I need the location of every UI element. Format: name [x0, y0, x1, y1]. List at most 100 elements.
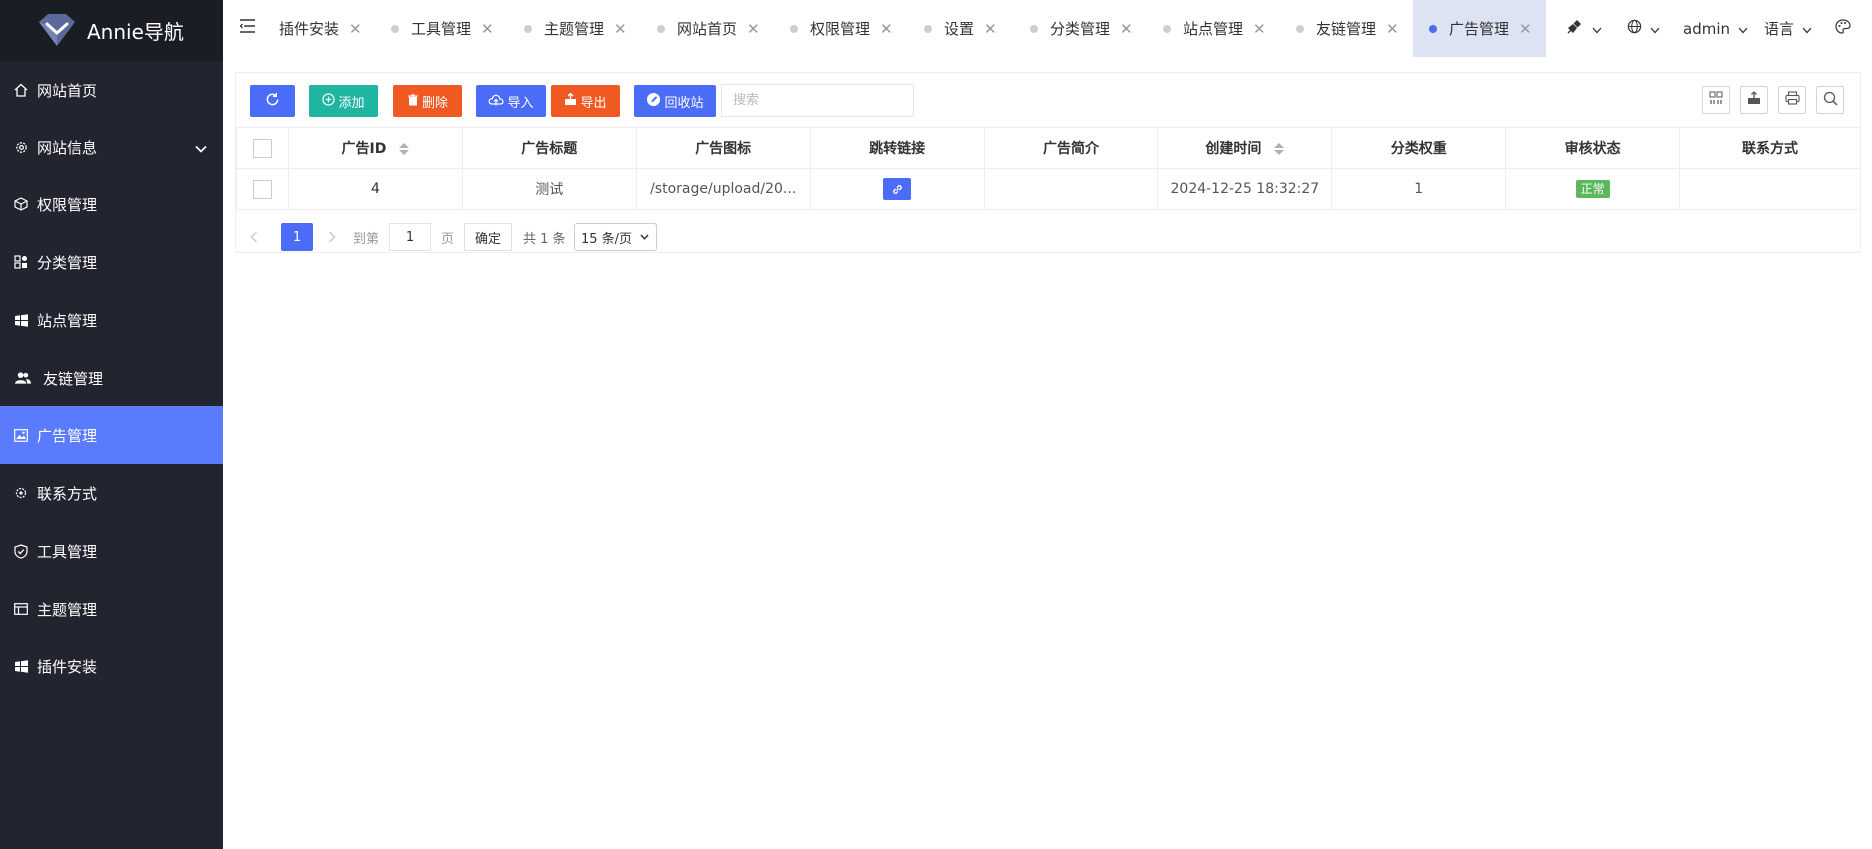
export-table-button[interactable] — [1740, 86, 1768, 114]
import-button[interactable]: 导入 — [476, 85, 546, 117]
close-icon[interactable]: ✕ — [984, 20, 997, 38]
page-1-button[interactable]: 1 — [281, 223, 313, 251]
tab-label: 友链管理 — [1316, 20, 1377, 38]
tab-friend-links[interactable]: 友链管理 ✕ — [1296, 0, 1399, 57]
close-icon[interactable]: ✕ — [1120, 20, 1133, 38]
sidebar-item-contact[interactable]: 联系方式 — [0, 464, 223, 522]
select-all-cell — [236, 127, 289, 169]
tab-themes[interactable]: 主题管理 ✕ — [524, 0, 627, 57]
sidebar-item-label: 广告管理 — [37, 426, 98, 445]
close-icon[interactable]: ✕ — [614, 20, 627, 38]
close-icon[interactable]: ✕ — [1253, 20, 1266, 38]
delete-label: 删除 — [421, 95, 448, 111]
close-icon[interactable]: ✕ — [747, 20, 760, 38]
page-size-value: 15 条/页 — [581, 231, 633, 247]
close-icon[interactable]: ✕ — [1386, 20, 1399, 38]
site-dropdown[interactable] — [1627, 0, 1660, 57]
sidebar-item-label: 站点管理 — [37, 311, 98, 330]
prev-page-button[interactable] — [250, 223, 258, 251]
sidebar-item-tools[interactable]: 工具管理 — [0, 522, 223, 580]
column-header-link: 跳转链接 — [809, 127, 985, 169]
cell-status: 正常 — [1505, 168, 1681, 210]
language-dropdown[interactable]: 语言 — [1764, 0, 1812, 57]
delete-button[interactable]: 删除 — [393, 85, 462, 117]
column-header-created[interactable]: 创建时间 — [1157, 127, 1333, 169]
sidebar-item-friend-links[interactable]: 友链管理 — [0, 349, 223, 407]
search-toggle-button[interactable] — [1816, 86, 1844, 114]
search-input[interactable]: 搜索 — [721, 84, 914, 117]
close-icon[interactable]: ✕ — [481, 20, 494, 38]
add-button[interactable]: 添加 — [309, 85, 378, 117]
logo-icon — [39, 13, 75, 46]
export-button[interactable]: 导出 — [551, 85, 620, 117]
cell-created: 2024-12-25 18:32:27 — [1157, 168, 1333, 210]
tab-label: 设置 — [944, 20, 975, 38]
tab-dot — [1429, 24, 1437, 33]
column-header-id[interactable]: 广告ID — [287, 127, 463, 169]
sidebar-item-label: 工具管理 — [37, 542, 98, 561]
goto-label: 到第 — [353, 231, 380, 247]
tab-sites[interactable]: 站点管理 ✕ — [1163, 0, 1266, 57]
sort-icon[interactable] — [399, 143, 410, 155]
columns-toggle-button[interactable] — [1702, 86, 1730, 114]
sort-icon[interactable] — [1274, 143, 1285, 155]
tab-permissions[interactable]: 权限管理 ✕ — [790, 0, 893, 57]
tab-categories[interactable]: 分类管理 ✕ — [1030, 0, 1133, 57]
tab-settings[interactable]: 设置 ✕ — [924, 0, 997, 57]
refresh-icon — [265, 92, 280, 111]
sidebar-item-site-info[interactable]: 网站信息 — [0, 118, 223, 176]
tab-label: 站点管理 — [1183, 20, 1244, 38]
cell-icon-path: /storage/upload/20... — [635, 168, 811, 210]
select-all-checkbox[interactable] — [252, 138, 272, 158]
sidebar-item-permissions[interactable]: 权限管理 — [0, 175, 223, 233]
trash-icon — [407, 93, 419, 109]
sidebar-item-plugins[interactable]: 插件安装 — [0, 637, 223, 695]
print-button[interactable] — [1778, 86, 1806, 114]
tab-bar: 插件安装 ✕ 工具管理 ✕ 主题管理 ✕ 网站首页 ✕ 权限管理 ✕ 设置 ✕ — [223, 0, 1872, 57]
chevron-down-icon — [195, 139, 207, 157]
image-icon — [13, 427, 29, 443]
row-checkbox[interactable] — [252, 179, 272, 199]
tab-dot — [524, 24, 532, 33]
next-page-button[interactable] — [328, 223, 336, 251]
sidebar-item-label: 分类管理 — [37, 253, 98, 272]
cell-id: 4 — [287, 168, 463, 210]
logo[interactable]: Annie导航 — [0, 0, 223, 61]
theme-button[interactable] — [1835, 0, 1851, 57]
cell-weight: 1 — [1331, 168, 1507, 210]
close-icon[interactable]: ✕ — [880, 20, 893, 38]
sidebar-item-sites[interactable]: 站点管理 — [0, 291, 223, 349]
tab-plugins[interactable]: 插件安装 ✕ — [279, 0, 362, 57]
sidebar-item-themes[interactable]: 主题管理 — [0, 580, 223, 638]
tab-label: 广告管理 — [1449, 20, 1510, 38]
page-size-select[interactable]: 15 条/页 — [574, 223, 657, 251]
close-icon[interactable]: ✕ — [1519, 20, 1532, 38]
open-link-button[interactable] — [883, 178, 912, 200]
table-toolbar: 添加 删除 导入 导出 回收站 搜索 — [236, 73, 1860, 127]
close-icon[interactable]: ✕ — [349, 20, 362, 38]
chevron-down-icon — [1592, 20, 1602, 38]
tab-ads[interactable]: 广告管理 ✕ — [1413, 0, 1546, 57]
goto-page-input[interactable]: 1 — [389, 223, 431, 251]
sidebar-item-ads[interactable]: 广告管理 — [0, 406, 223, 464]
recycle-bin-button[interactable]: 回收站 — [634, 85, 716, 117]
clear-cache-dropdown[interactable] — [1566, 0, 1602, 57]
goto-confirm-button[interactable]: 确定 — [464, 223, 512, 251]
page-unit-label: 页 — [441, 231, 455, 247]
tab-label: 插件安装 — [279, 20, 340, 38]
refresh-button[interactable] — [250, 85, 295, 117]
sidebar-item-categories[interactable]: 分类管理 — [0, 233, 223, 291]
menu-toggle-icon[interactable] — [239, 19, 258, 37]
table-row: 4 测试 /storage/upload/20... 2024-12-25 18… — [236, 168, 1861, 210]
grid-icon — [1709, 91, 1723, 109]
tab-label: 主题管理 — [544, 20, 605, 38]
print-icon — [1784, 91, 1800, 109]
globe-icon — [1627, 19, 1642, 38]
sidebar-item-home[interactable]: 网站首页 — [0, 61, 223, 119]
tab-tools[interactable]: 工具管理 ✕ — [391, 0, 494, 57]
search-placeholder: 搜索 — [733, 93, 760, 108]
cell-contact — [1679, 168, 1861, 210]
tab-home[interactable]: 网站首页 ✕ — [657, 0, 760, 57]
shield-icon — [13, 543, 29, 559]
user-dropdown[interactable]: admin — [1683, 0, 1748, 57]
